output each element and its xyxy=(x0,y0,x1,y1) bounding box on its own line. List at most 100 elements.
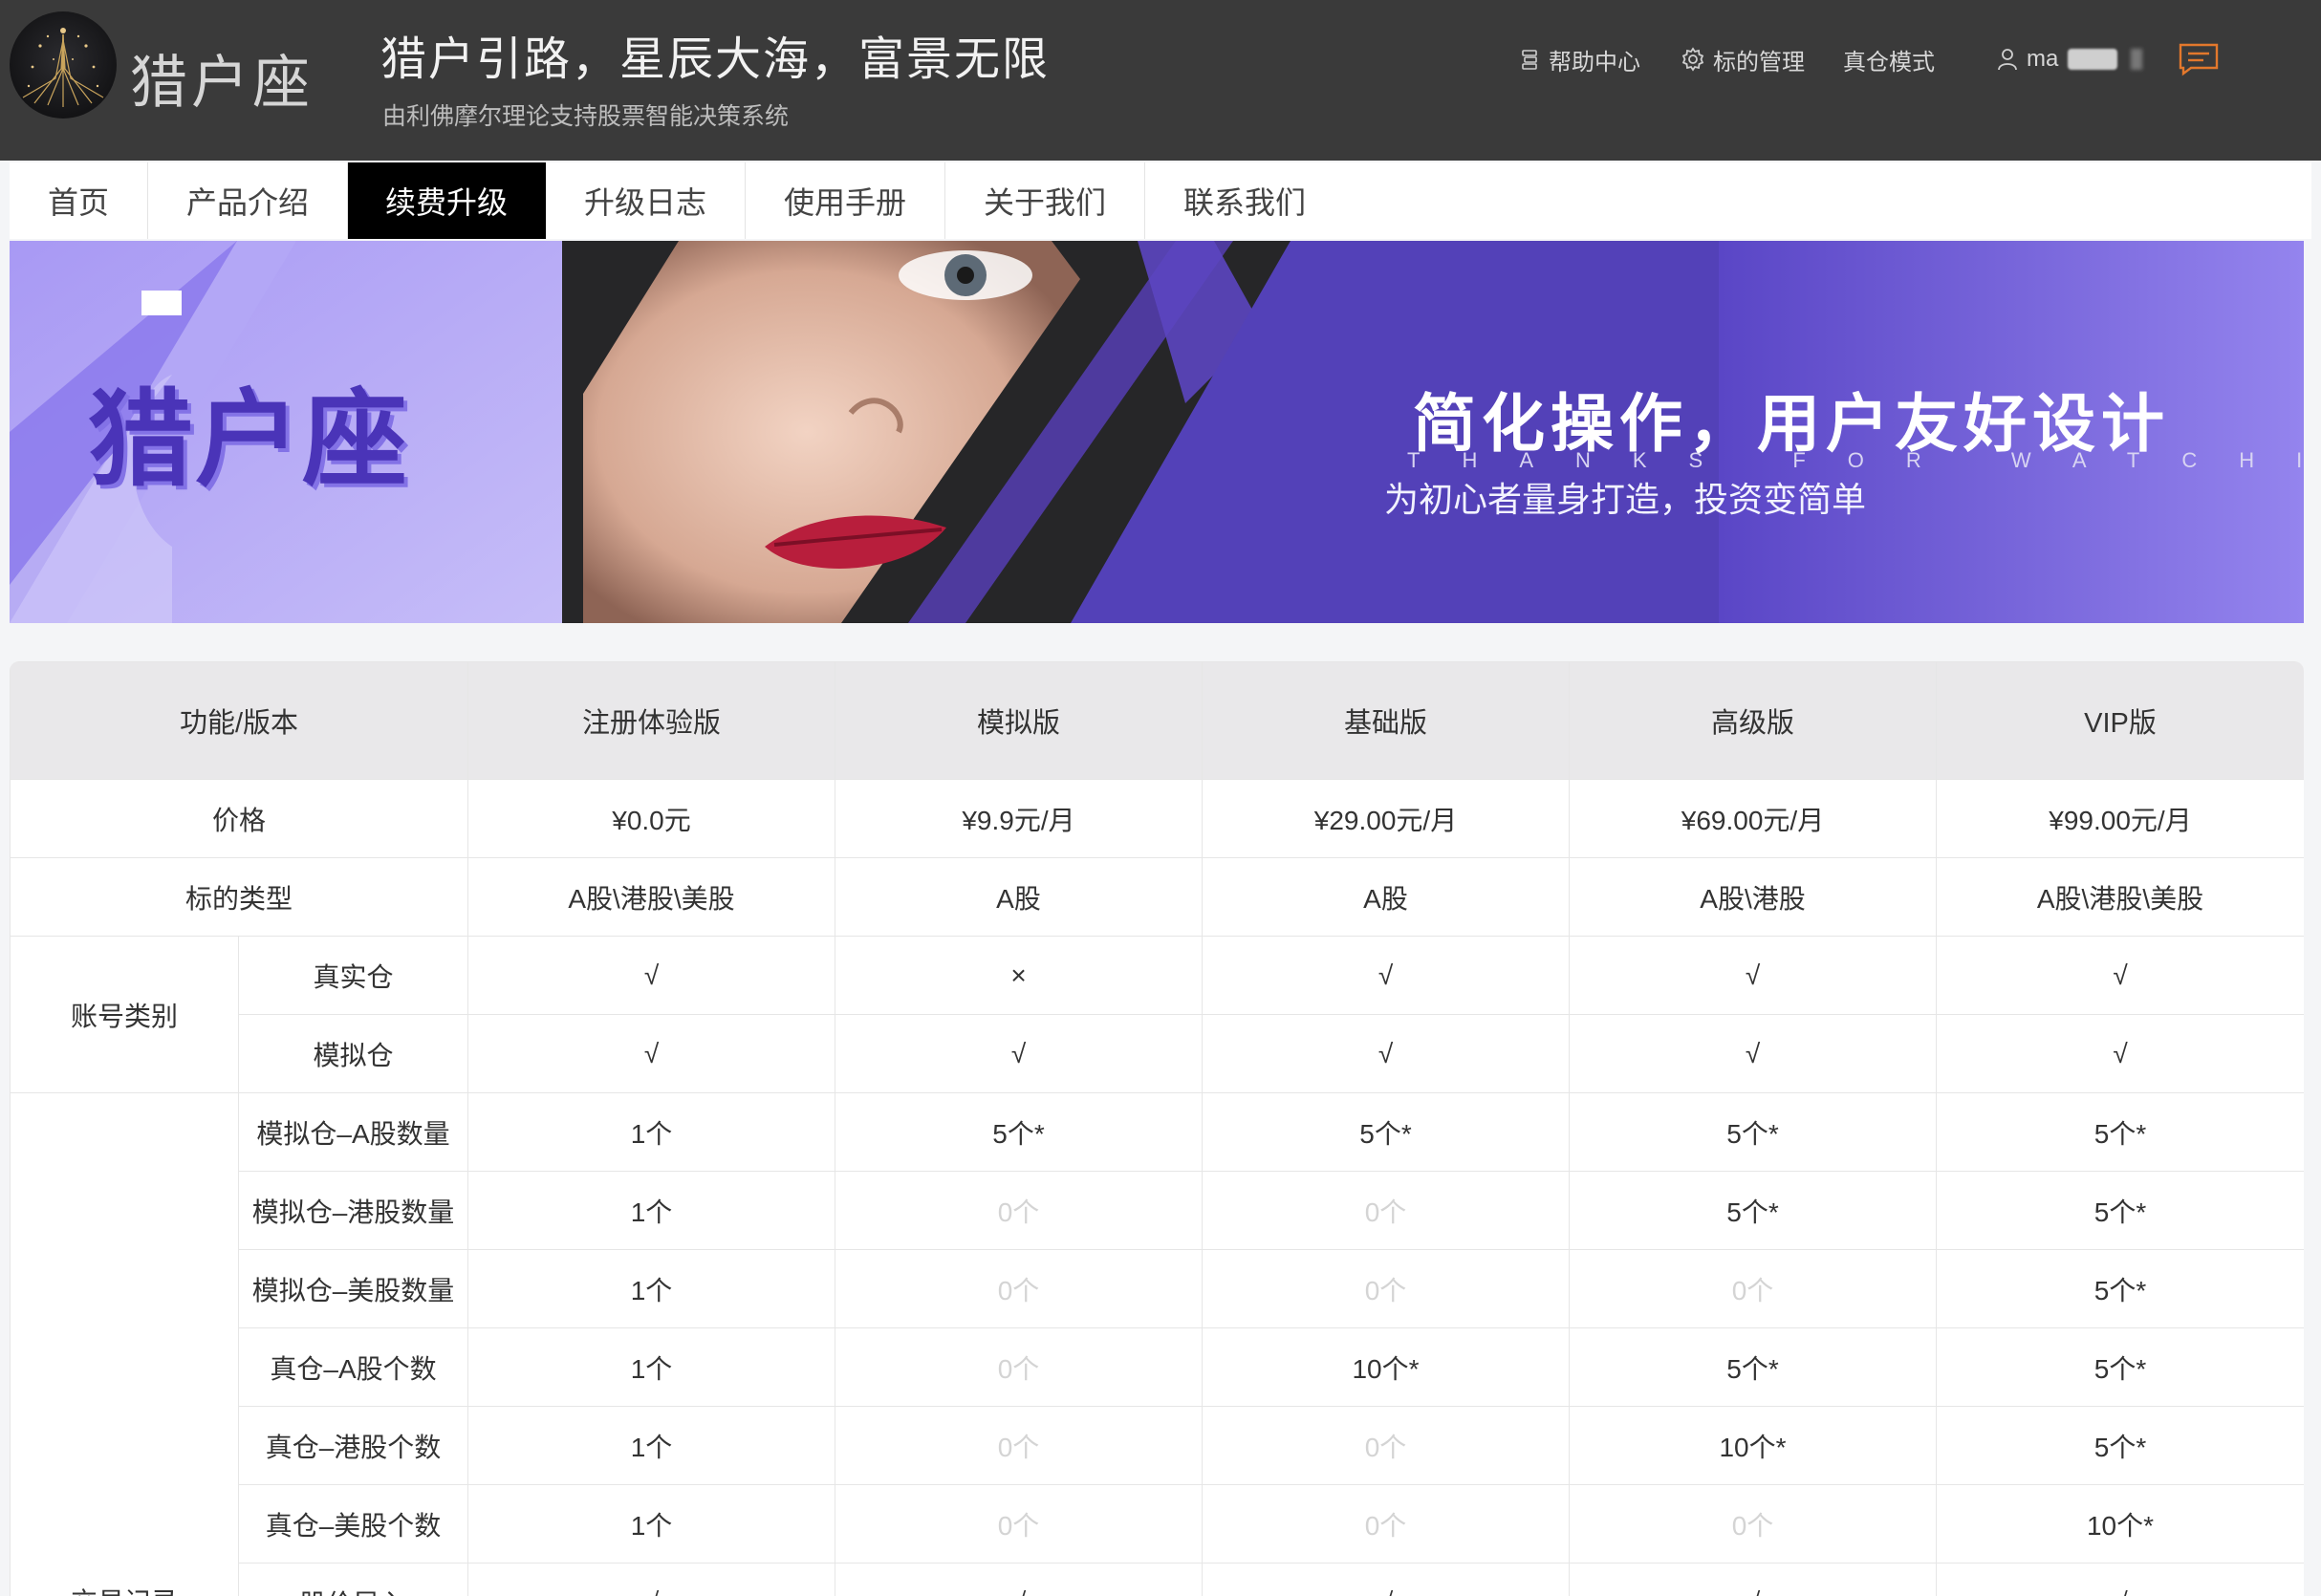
header-vip: VIP版 xyxy=(1936,661,2304,780)
cell-value: A股 xyxy=(835,857,1203,937)
table-row-trade-1: 模拟仓–港股数量 1个 0个 0个 5个* 5个* xyxy=(11,1171,2304,1250)
row-label: 模拟仓–美股数量 xyxy=(238,1249,468,1328)
cell-value: 1个 xyxy=(467,1092,835,1172)
promo-banner[interactable]: 猎户座 简化操作，用户友好设计 THANKS FOR WATCHING 为初心者… xyxy=(10,241,2304,623)
cell-value: ¥29.00元/月 xyxy=(1202,779,1570,858)
logo-text[interactable]: 猎户座 xyxy=(130,36,314,119)
help-center-link[interactable]: 帮助中心 xyxy=(1520,42,1640,76)
cell-value: 5个* xyxy=(1936,1406,2304,1485)
message-icon xyxy=(2179,43,2219,76)
cell-value: √ xyxy=(1936,1563,2304,1596)
real-mode-link[interactable]: 真仓模式 xyxy=(1843,42,1935,76)
cell-value: 1个 xyxy=(467,1171,835,1250)
cell-value: 0个 xyxy=(835,1484,1203,1564)
cell-value: 5个* xyxy=(1569,1327,1937,1407)
cell-value: √ xyxy=(1936,1014,2304,1093)
cell-value: 10个* xyxy=(1569,1406,1937,1485)
cell-value: 10个* xyxy=(1936,1484,2304,1564)
cell-value: 1个 xyxy=(467,1327,835,1407)
header-basic: 基础版 xyxy=(1202,661,1570,780)
tab-user-manual[interactable]: 使用手册 xyxy=(746,162,945,239)
user-name-redacted xyxy=(2068,49,2118,70)
category-account-type: 账号类别 xyxy=(10,936,239,1093)
table-row-trade-3: 真仓–A股个数 1个 0个 10个* 5个* 5个* xyxy=(11,1327,2304,1407)
table-row-account-real: 账号类别 真实仓 √ × √ √ √ xyxy=(10,936,2304,1093)
cell-value: √ xyxy=(1202,1563,1570,1596)
cell-value: √ xyxy=(467,1014,835,1093)
page-subslogan: 由利佛摩尔理论支持股票智能决策系统 xyxy=(382,103,790,130)
logo-emblem[interactable] xyxy=(10,11,117,119)
category-trade-records: 交易记录 xyxy=(10,1092,239,1596)
cell-value: 0个 xyxy=(1202,1249,1570,1328)
cell-value: √ xyxy=(835,1563,1203,1596)
cell-value: ¥0.0元 xyxy=(467,779,835,858)
banner-brand: 猎户座 xyxy=(88,378,409,501)
table-header-row: 功能/版本 注册体验版 模拟版 基础版 高级版 VIP版 xyxy=(10,661,2304,780)
cell-value: √ xyxy=(467,1563,835,1596)
header-trial: 注册体验版 xyxy=(467,661,835,780)
cell-value: 0个 xyxy=(835,1171,1203,1250)
row-label: 真仓–美股个数 xyxy=(238,1484,468,1564)
row-label: 真仓–港股个数 xyxy=(238,1406,468,1485)
tab-about-us[interactable]: 关于我们 xyxy=(945,162,1145,239)
cell-value: 1个 xyxy=(467,1406,835,1485)
table-row-trade-4: 真仓–港股个数 1个 0个 0个 10个* 5个* xyxy=(11,1406,2304,1485)
row-label: 真实仓 xyxy=(238,936,468,1015)
message-button[interactable] xyxy=(2178,42,2220,76)
help-center-label: 帮助中心 xyxy=(1549,49,1640,75)
cell-value: √ xyxy=(1202,1014,1570,1093)
tab-upgrade-log[interactable]: 升级日志 xyxy=(546,162,746,239)
table-row-trade-0: 交易记录 模拟仓–A股数量 1个 5个* 5个* 5个* 5个* xyxy=(10,1092,2304,1596)
pricing-table: 功能/版本 注册体验版 模拟版 基础版 高级版 VIP版 价格 ¥0.0元 ¥9… xyxy=(10,661,2304,1596)
gear-icon xyxy=(1681,47,1704,72)
user-icon xyxy=(1998,49,2017,71)
header-feature-version: 功能/版本 xyxy=(10,661,468,780)
header-advanced: 高级版 xyxy=(1569,661,1937,780)
cell-value: A股\港股\美股 xyxy=(1936,857,2304,937)
cell-value: 5个* xyxy=(1569,1092,1937,1172)
header-simulation: 模拟版 xyxy=(835,661,1203,780)
row-label: 真仓–A股个数 xyxy=(238,1327,468,1407)
cell-value: 5个* xyxy=(835,1092,1203,1172)
cell-value: 1个 xyxy=(467,1484,835,1564)
tab-product-intro[interactable]: 产品介绍 xyxy=(148,162,348,239)
cell-value: √ xyxy=(1569,1563,1937,1596)
cell-value: × xyxy=(835,936,1203,1015)
table-row-trade-6: 股价导入 √ √ √ √ √ xyxy=(11,1563,2304,1596)
tabs-filler xyxy=(1341,162,2311,239)
row-label: 股价导入 xyxy=(238,1563,468,1596)
tab-renew-upgrade[interactable]: 续费升级 xyxy=(348,162,546,239)
cell-value: 0个 xyxy=(1202,1171,1570,1250)
cell-value: 0个 xyxy=(1569,1484,1937,1564)
row-label: 模拟仓–港股数量 xyxy=(238,1171,468,1250)
cell-value: 0个 xyxy=(1569,1249,1937,1328)
cell-value: A股 xyxy=(1202,857,1570,937)
row-label-asset-type: 标的类型 xyxy=(10,857,468,937)
user-menu[interactable]: ma xyxy=(1996,42,2143,76)
real-mode-label: 真仓模式 xyxy=(1843,49,1935,75)
pricing-table-container: 功能/版本 注册体验版 模拟版 基础版 高级版 VIP版 价格 ¥0.0元 ¥9… xyxy=(10,661,2304,1596)
cell-value: 0个 xyxy=(1202,1406,1570,1485)
main-nav-tabs: 首页 产品介绍 续费升级 升级日志 使用手册 关于我们 联系我们 xyxy=(10,162,1345,239)
cell-value: ¥69.00元/月 xyxy=(1569,779,1937,858)
table-row-trade-5: 真仓–美股个数 1个 0个 0个 0个 10个* xyxy=(11,1484,2304,1564)
cell-value: 5个* xyxy=(1936,1249,2304,1328)
tab-contact-us[interactable]: 联系我们 xyxy=(1145,162,1345,239)
table-row-account-sim: 模拟仓 √ √ √ √ √ xyxy=(11,1014,2304,1093)
top-header: 猎户座 猎户引路，星辰大海，富景无限 由利佛摩尔理论支持股票智能决策系统 帮助中… xyxy=(0,0,2321,161)
cell-value: A股\港股\美股 xyxy=(467,857,835,937)
cell-value: √ xyxy=(467,936,835,1015)
row-label-price: 价格 xyxy=(10,779,468,858)
cell-value: √ xyxy=(1569,1014,1937,1093)
tab-home[interactable]: 首页 xyxy=(10,162,148,239)
cell-value: 5个* xyxy=(1936,1092,2304,1172)
help-list-icon xyxy=(1522,50,1537,70)
row-label: 模拟仓 xyxy=(238,1014,468,1093)
cell-value: A股\港股 xyxy=(1569,857,1937,937)
table-row-asset-type: 标的类型 A股\港股\美股 A股 A股 A股\港股 A股\港股\美股 xyxy=(10,857,2304,937)
user-name: ma xyxy=(2027,46,2059,72)
cell-value: ¥9.9元/月 xyxy=(835,779,1203,858)
cell-value: 1个 xyxy=(467,1249,835,1328)
cell-value: √ xyxy=(1569,936,1937,1015)
asset-management-link[interactable]: 标的管理 xyxy=(1681,42,1805,76)
